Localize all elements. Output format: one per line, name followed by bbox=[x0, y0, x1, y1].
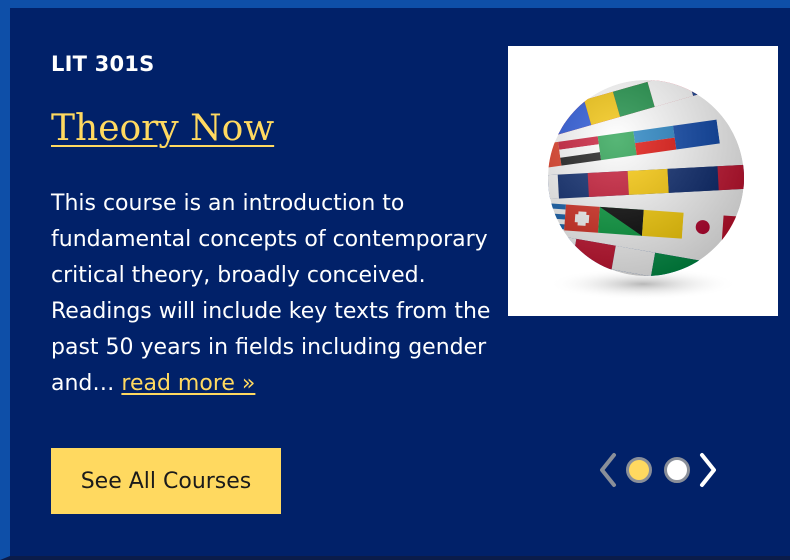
course-description: This course is an introduction to fundam… bbox=[51, 186, 491, 402]
carousel-dot-2[interactable] bbox=[664, 457, 690, 483]
course-description-text: This course is an introduction to fundam… bbox=[51, 191, 491, 396]
course-carousel-panel: LIT 301S Theory Now This course is an in… bbox=[0, 0, 790, 560]
chevron-right-icon bbox=[700, 453, 716, 487]
read-more-link[interactable]: read more » bbox=[121, 371, 255, 396]
course-image bbox=[508, 46, 778, 316]
carousel-controls bbox=[596, 451, 720, 489]
course-title-link[interactable]: Theory Now bbox=[51, 108, 274, 149]
carousel-next-button[interactable] bbox=[696, 451, 720, 489]
course-code: LIT 301S bbox=[51, 52, 155, 76]
see-all-courses-button[interactable]: See All Courses bbox=[51, 448, 281, 514]
flag-globe-icon bbox=[548, 80, 744, 300]
carousel-dot-1[interactable] bbox=[626, 457, 652, 483]
carousel-prev-button[interactable] bbox=[596, 451, 620, 489]
chevron-left-icon bbox=[600, 453, 616, 487]
